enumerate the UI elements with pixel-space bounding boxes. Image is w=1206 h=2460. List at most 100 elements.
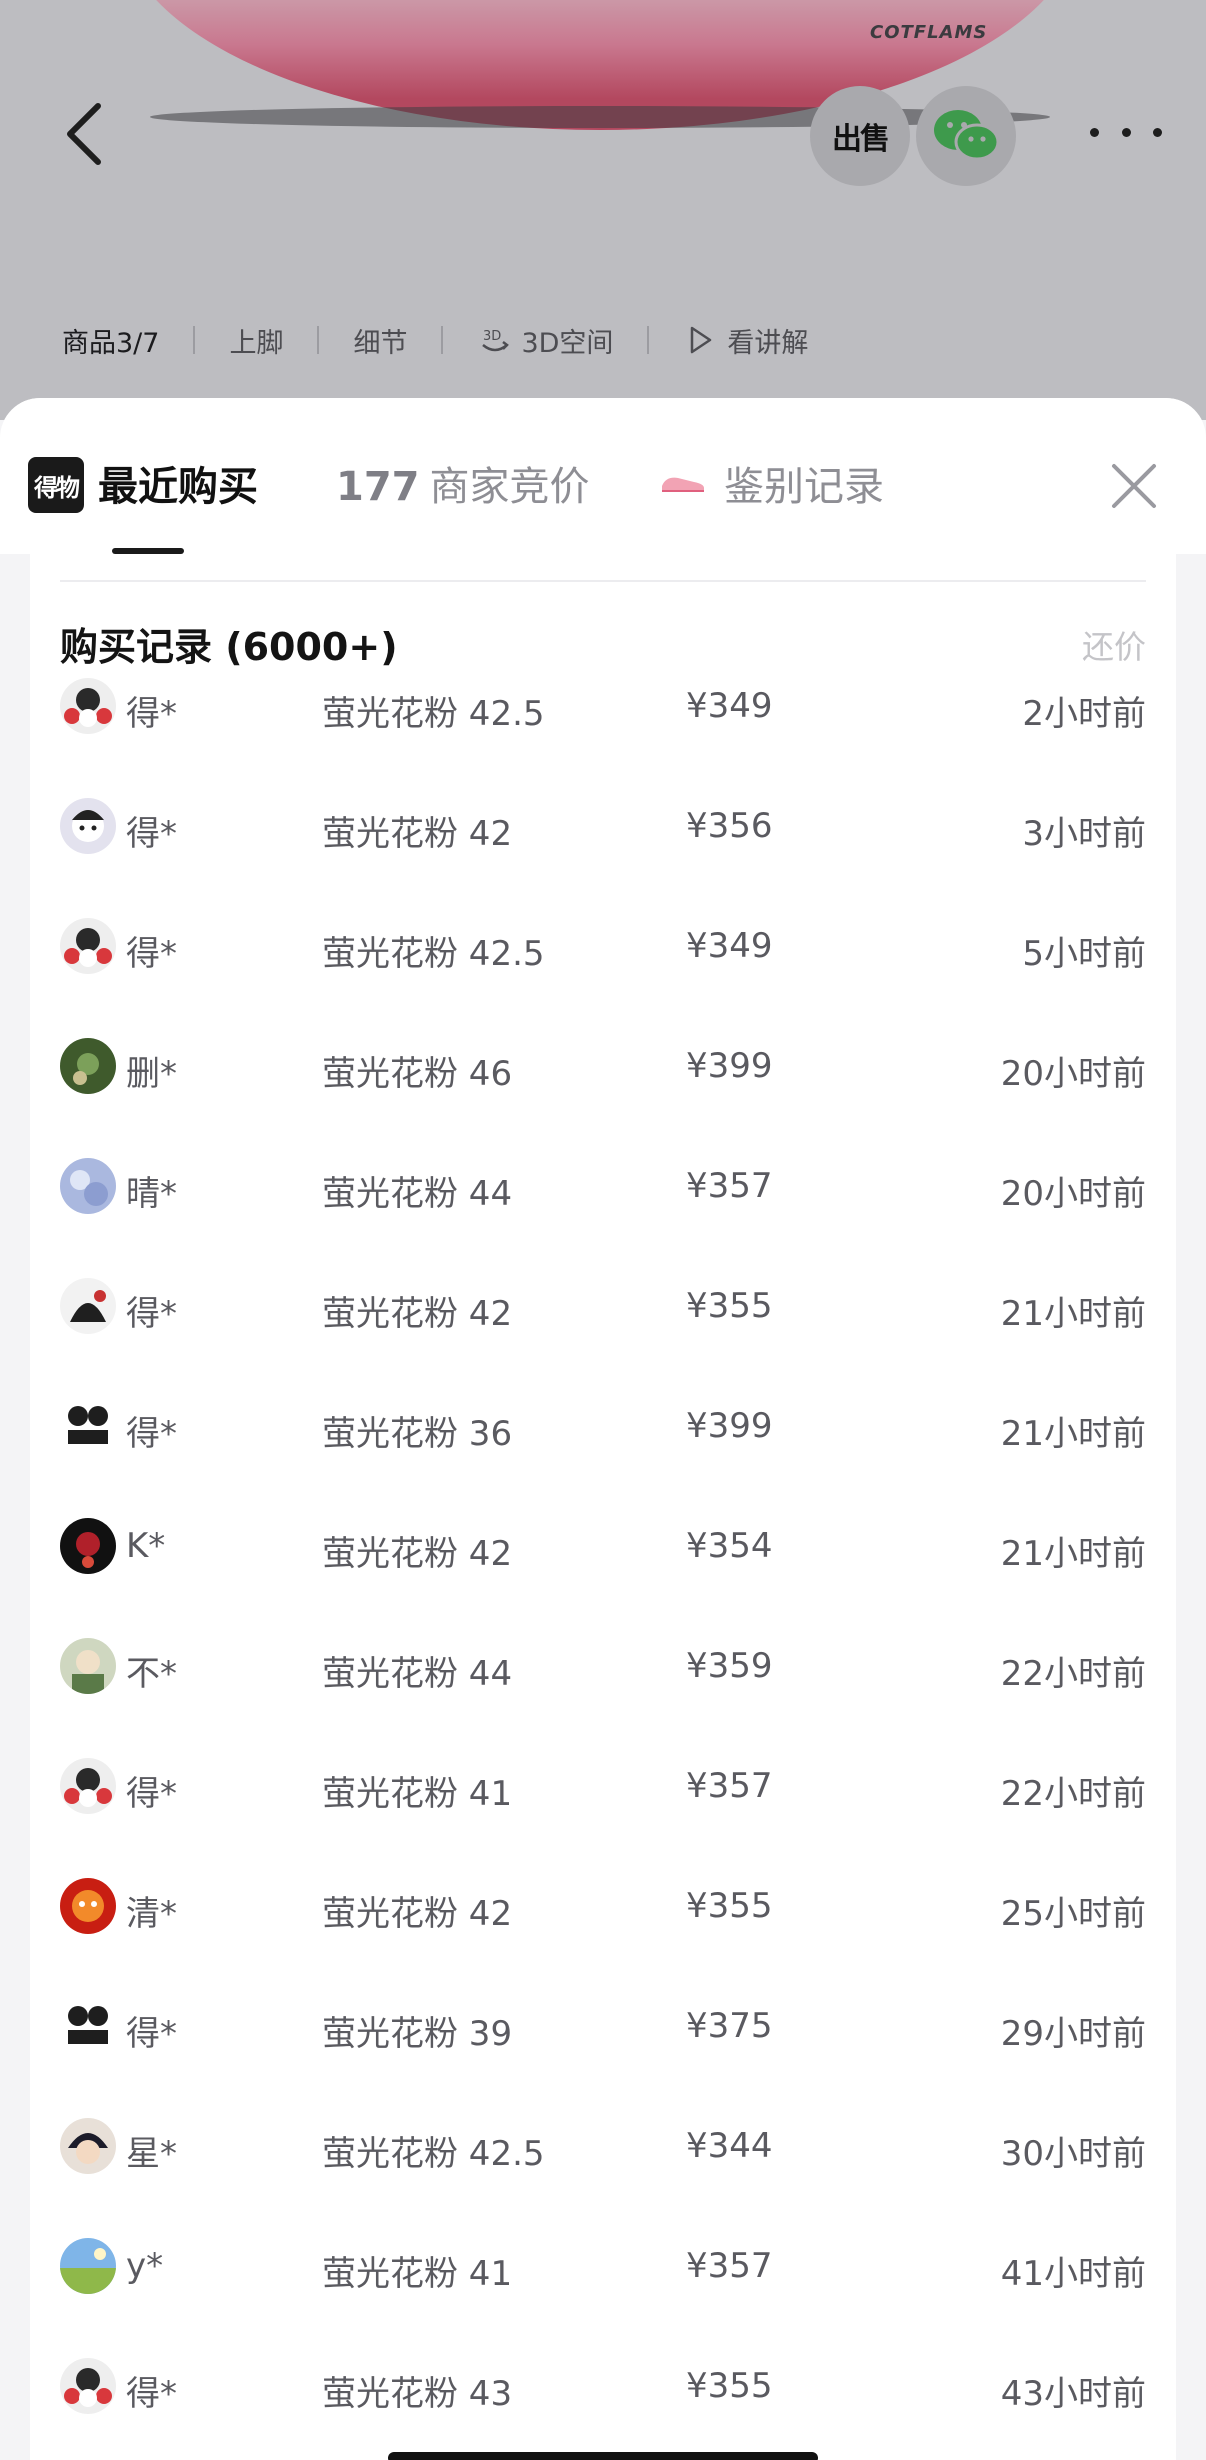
close-icon xyxy=(1112,464,1156,508)
tab-authentication-records[interactable]: 鉴别记录 xyxy=(660,454,884,512)
product-spec: 萤光花粉 42 xyxy=(322,1294,513,1334)
avatar xyxy=(60,1038,116,1094)
avatar xyxy=(60,1398,116,1454)
media-tab-label: 3D空间 xyxy=(521,327,614,359)
price: ¥356 xyxy=(686,806,773,846)
purchase-time: 21小时前 xyxy=(1000,1414,1146,1454)
purchase-time: 2小时前 xyxy=(1022,694,1146,734)
price: ¥349 xyxy=(686,926,773,966)
avatar xyxy=(60,678,116,734)
buyer-name: 得* xyxy=(126,694,177,734)
media-tab-bar: 商品3/7 上脚 细节 3D 3D空间 看讲解 xyxy=(62,318,808,362)
purchase-time: 30小时前 xyxy=(1000,2134,1146,2174)
purchase-record-row: 晴* 萤光花粉 44 ¥357 20小时前 xyxy=(30,1158,1176,1278)
purchase-time: 20小时前 xyxy=(1000,1174,1146,1214)
purchase-record-row: 得* 萤光花粉 41 ¥357 22小时前 xyxy=(30,1758,1176,1878)
product-spec: 萤光花粉 42.5 xyxy=(322,2134,545,2174)
sell-button[interactable]: 出售 xyxy=(810,86,910,186)
buyer-name: y* xyxy=(126,2246,164,2286)
media-tab-label: 细节 xyxy=(353,327,408,359)
svg-text:3D: 3D xyxy=(483,329,501,344)
media-tab-on-foot[interactable]: 上脚 xyxy=(229,321,283,360)
purchase-time: 29小时前 xyxy=(1000,2014,1146,2054)
price: ¥399 xyxy=(686,1406,773,1446)
price: ¥355 xyxy=(686,1286,773,1326)
avatar xyxy=(60,918,116,974)
3d-icon: 3D xyxy=(477,322,513,358)
purchase-time: 3小时前 xyxy=(1022,814,1146,854)
purchase-time: 22小时前 xyxy=(1000,1774,1146,1814)
counter-offer-button[interactable]: 还价 xyxy=(1082,622,1146,668)
price: ¥357 xyxy=(686,2246,773,2286)
media-tab-label: 上脚 xyxy=(229,327,284,359)
screen: COTFLAMS 出售 商品3/7 上脚 细节 3D 3D空间 看讲解 得物 最… xyxy=(0,0,1206,2460)
purchase-record-row: K* 萤光花粉 42 ¥354 21小时前 xyxy=(30,1518,1176,1638)
purchase-record-row: y* 萤光花粉 41 ¥357 41小时前 xyxy=(30,2238,1176,2358)
price: ¥357 xyxy=(686,1766,773,1806)
product-spec: 萤光花粉 42 xyxy=(322,1894,513,1934)
media-tab-product[interactable]: 商品3/7 xyxy=(62,321,159,360)
purchase-records-sheet: 得物 最近购买 177 商家竞价 鉴别记录 购买记录 (6000+) 还价 得*… xyxy=(0,398,1206,2460)
chevron-left-icon xyxy=(67,103,101,165)
avatar xyxy=(60,1998,116,2054)
close-button[interactable] xyxy=(1108,460,1160,512)
product-spec: 萤光花粉 43 xyxy=(322,2374,513,2414)
product-spec: 萤光花粉 42.5 xyxy=(322,934,545,974)
price: ¥359 xyxy=(686,1646,773,1686)
price: ¥349 xyxy=(686,686,773,726)
media-tab-details[interactable]: 细节 xyxy=(353,321,407,360)
back-button[interactable] xyxy=(56,98,112,170)
sneaker-icon xyxy=(662,477,704,492)
more-dot xyxy=(1153,127,1162,137)
product-spec: 萤光花粉 42.5 xyxy=(322,694,545,734)
media-tab-3d[interactable]: 3D 3D空间 xyxy=(477,321,613,360)
buyer-name: 删* xyxy=(126,1054,177,1094)
product-spec: 萤光花粉 42 xyxy=(322,814,513,854)
avatar xyxy=(60,1158,116,1214)
buyer-name: 得* xyxy=(126,934,177,974)
price: ¥355 xyxy=(686,2366,773,2406)
buyer-name: 得* xyxy=(126,1414,177,1454)
records-card: 购买记录 (6000+) 还价 得* 萤光花粉 42.5 ¥349 2小时前 得* 萤光花… xyxy=(30,554,1176,2460)
avatar xyxy=(60,798,116,854)
records-list: 得* 萤光花粉 42.5 ¥349 2小时前 得* 萤光花粉 42 ¥356 3小时前 得* 萤光… xyxy=(30,678,1176,2460)
avatar xyxy=(60,1878,116,1934)
divider xyxy=(193,326,196,354)
play-icon xyxy=(683,322,719,358)
product-spec: 萤光花粉 46 xyxy=(322,1054,513,1094)
media-tab-explain[interactable]: 看讲解 xyxy=(683,321,808,360)
more-dot xyxy=(1121,127,1131,137)
purchase-time: 21小时前 xyxy=(1000,1534,1146,1574)
purchase-record-row: 得* 萤光花粉 39 ¥375 29小时前 xyxy=(30,1998,1176,2118)
avatar xyxy=(60,2358,116,2414)
purchase-time: 43小时前 xyxy=(1000,2374,1146,2414)
buyer-name: K* xyxy=(126,1526,166,1566)
purchase-time: 20小时前 xyxy=(1000,1054,1146,1094)
dewu-logo: 得物 xyxy=(28,457,84,513)
purchase-record-row: 得* 萤光花粉 42.5 ¥349 5小时前 xyxy=(30,918,1176,1038)
avatar xyxy=(60,1758,116,1814)
product-spec: 萤光花粉 39 xyxy=(322,2014,513,2054)
purchase-record-row: 得* 萤光花粉 42.5 ¥349 2小时前 xyxy=(30,678,1176,798)
price: ¥399 xyxy=(686,1046,773,1086)
records-title: 购买记录 (6000+) xyxy=(60,625,398,669)
more-options-button[interactable] xyxy=(1090,112,1162,152)
avatar xyxy=(60,2118,116,2174)
purchase-record-row: 星* 萤光花粉 42.5 ¥344 30小时前 xyxy=(30,2118,1176,2238)
price: ¥344 xyxy=(686,2126,773,2166)
product-spec: 萤光花粉 41 xyxy=(322,2254,513,2294)
buyer-name: 清* xyxy=(126,1894,177,1934)
divider xyxy=(317,326,320,354)
divider xyxy=(441,326,444,354)
tab-merchant-bids[interactable]: 177 商家竞价 xyxy=(336,454,590,512)
bids-count: 177 xyxy=(336,464,420,510)
purchase-time: 22小时前 xyxy=(1000,1654,1146,1694)
sell-label: 出售 xyxy=(832,122,890,157)
more-dot xyxy=(1090,127,1099,137)
avatar xyxy=(60,1638,116,1694)
tab-recent-purchases[interactable]: 最近购买 xyxy=(98,454,258,512)
buyer-name: 得* xyxy=(126,1294,177,1334)
sheet-header: 得物 最近购买 177 商家竞价 鉴别记录 xyxy=(0,398,1206,554)
buyer-name: 得* xyxy=(126,2374,177,2414)
wechat-share-button[interactable] xyxy=(916,86,1016,186)
